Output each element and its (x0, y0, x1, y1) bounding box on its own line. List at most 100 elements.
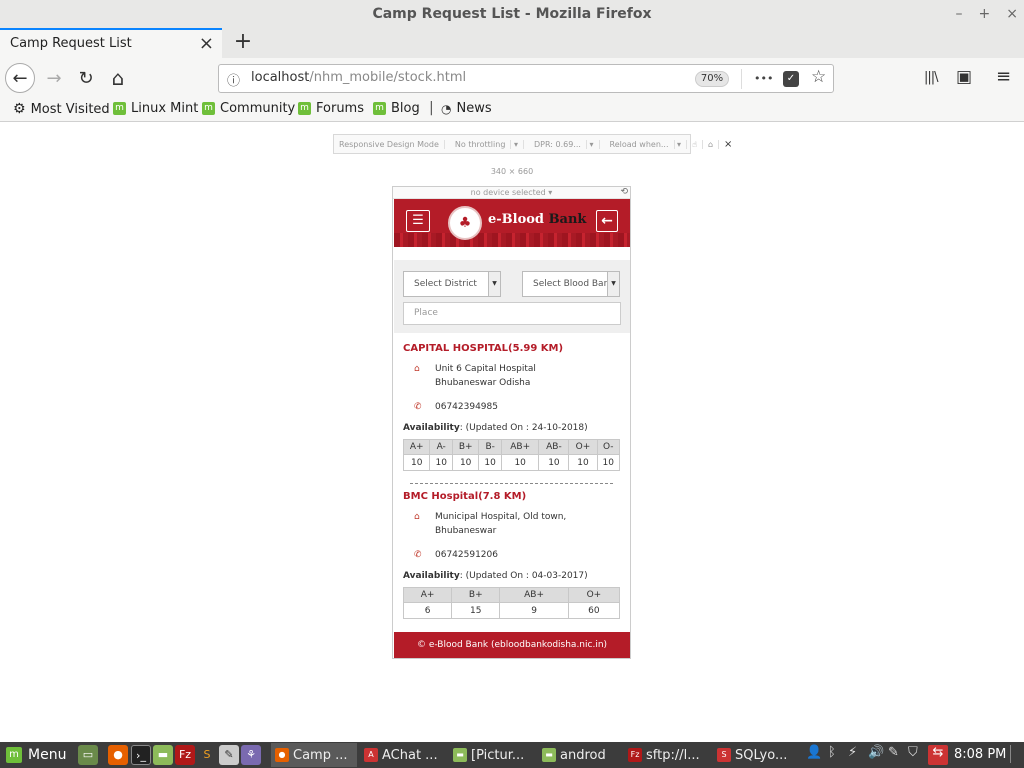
bluetooth-icon[interactable]: ᛒ (828, 745, 836, 760)
hospital-name[interactable]: BMC Hospital(7.8 KM) (403, 491, 526, 502)
stock-count: 10 (429, 454, 453, 471)
bookmark-news[interactable]: ◔ News (441, 101, 492, 116)
blood-group-header: A+ (402, 439, 431, 455)
task-label: [Pictur... (471, 747, 525, 763)
user-icon[interactable]: 👤 (806, 745, 822, 760)
tab-camp-request-list[interactable]: Camp Request List × (0, 28, 222, 58)
stock-count: 10 (568, 454, 598, 471)
hospital-name[interactable]: CAPITAL HOSPITAL(5.99 KM) (403, 343, 563, 354)
dpr-select[interactable]: DPR: 0.69... ▾ (524, 139, 600, 149)
url-text[interactable]: localhost/nhm_mobile/stock.html (251, 70, 466, 85)
maximize-button[interactable]: + (979, 6, 991, 22)
back-button[interactable]: ← (5, 63, 35, 93)
update-icon[interactable]: ⇆ (928, 745, 948, 765)
menu-list-icon[interactable]: ☰ (406, 210, 430, 232)
close-window-button[interactable]: × (1006, 6, 1018, 22)
dropdown-arrow-icon: ▼ (488, 272, 500, 296)
show-desktop-icon[interactable]: ▭ (78, 745, 98, 765)
reload-when-select[interactable]: Reload when... ▾ (600, 139, 688, 149)
hospital-phone[interactable]: 06742591206 (435, 548, 498, 562)
library-icon[interactable]: |||\ (924, 70, 938, 85)
new-tab-button[interactable]: + (232, 28, 254, 58)
district-select[interactable]: Select District ▼ (403, 271, 501, 297)
filezilla-launcher-icon[interactable]: Fz (175, 745, 195, 765)
folder-icon: ▬ (542, 748, 556, 762)
bookmark-blog[interactable]: m Blog (373, 101, 420, 116)
clipboard-icon[interactable]: ✎ (888, 745, 899, 760)
availability-label: Availability (403, 423, 460, 433)
availability-line: Availability: (Updated On : 24-10-2018) (403, 423, 588, 433)
mint-icon: m (202, 102, 215, 115)
task-sqlyog[interactable]: S SQLyo... (713, 743, 799, 767)
task-pictures[interactable]: ▬ [Pictur... (449, 743, 535, 767)
stock-count: 9 (499, 602, 569, 619)
sublime-launcher-icon[interactable]: S (197, 745, 217, 765)
hospital-phone[interactable]: 06742394985 (435, 400, 498, 414)
firefox-launcher-icon[interactable]: ● (108, 745, 128, 765)
reload-button[interactable]: ↻ (71, 63, 101, 93)
task-achat[interactable]: A AChat ... (360, 743, 446, 767)
throttling-select[interactable]: No throttling ▾ (445, 139, 524, 149)
screenshot-icon[interactable]: ⌂ (703, 139, 720, 149)
reload-when-label: Reload when... (604, 139, 675, 149)
minimize-button[interactable]: – (956, 6, 963, 22)
bookmark-label: Forums (316, 101, 364, 116)
task-camp[interactable]: ● Camp ... (271, 743, 357, 767)
home-button[interactable]: ⌂ (103, 63, 133, 93)
pocket-icon[interactable]: ✓ (783, 71, 799, 87)
dpr-label: DPR: 0.69... (528, 139, 587, 149)
mint-icon: m (373, 102, 386, 115)
close-rdm-icon[interactable]: × (719, 139, 737, 150)
address-line: Bhubaneswar Odisha (435, 378, 531, 388)
device-selector[interactable]: no device selected ▾ (393, 187, 630, 199)
volume-icon[interactable]: 🔊 (868, 745, 884, 760)
bookmark-label: Most Visited (30, 101, 110, 117)
blood-group-header: B- (478, 439, 502, 455)
bookmark-star-icon[interactable]: ☆ (811, 67, 826, 87)
page-actions-icon[interactable]: ••• (754, 72, 773, 85)
shield-icon[interactable]: ⛉ (908, 745, 918, 760)
rotate-icon[interactable]: ⟲ (620, 187, 628, 197)
stock-count: 10 (596, 454, 621, 471)
viewport-height[interactable]: 660 (518, 167, 533, 176)
bookmark-most-visited[interactable]: ⚙ Most Visited (13, 101, 110, 117)
zoom-indicator[interactable]: 70% (695, 71, 729, 87)
bookmark-community[interactable]: m Community (202, 101, 295, 116)
url-bar[interactable]: ⓘ localhost/nhm_mobile/stock.html 70% ••… (218, 64, 834, 93)
blood-stock-table: A+ B+ AB+ O+ 6 15 9 60 (402, 587, 621, 619)
terminal-launcher-icon[interactable]: ›_ (131, 745, 151, 765)
close-tab-icon[interactable]: × (199, 30, 214, 57)
task-androd[interactable]: ▬ androd (538, 743, 624, 767)
viewport-size[interactable]: 340 × 660 (480, 167, 544, 176)
clock[interactable]: 8:08 PM (954, 742, 1006, 768)
mobile-viewport: no device selected ▾ ⟲ ☰ ♣ e-Blood Bank … (392, 186, 631, 659)
network-icon[interactable]: ⚡ (848, 745, 857, 760)
rdm-mode-label: Responsive Design Mode (334, 139, 445, 149)
editor-launcher-icon[interactable]: ✎ (219, 745, 239, 765)
hamburger-menu-icon[interactable]: ≡ (996, 66, 1011, 87)
viewport-width[interactable]: 340 (491, 167, 506, 176)
table-row: 6 15 9 60 (402, 602, 621, 619)
dropdown-arrow-icon: ▼ (607, 272, 619, 296)
bookmark-linux-mint[interactable]: m Linux Mint (113, 101, 198, 116)
address-line: Bhubaneswar (435, 526, 497, 536)
info-icon[interactable]: ⓘ (227, 70, 240, 89)
sidebar-icon[interactable]: ▣ (956, 67, 972, 87)
bookmark-forums[interactable]: m Forums (298, 101, 364, 116)
files-launcher-icon[interactable]: ▬ (153, 745, 173, 765)
mint-logo-icon: m (6, 747, 22, 763)
task-sftp[interactable]: Fz sftp://l... (624, 743, 710, 767)
back-arrow-icon[interactable]: ← (596, 210, 618, 232)
show-desktop-corner[interactable] (1010, 745, 1018, 763)
sqlyog-icon: S (717, 748, 731, 762)
task-label: SQLyo... (735, 747, 788, 763)
start-menu-label: Menu (28, 747, 67, 763)
firefox-icon: ● (275, 748, 289, 762)
blood-bank-select[interactable]: Select Blood Bar ▼ (522, 271, 620, 297)
place-input[interactable]: Place (403, 302, 621, 325)
forward-button[interactable]: → (39, 63, 69, 93)
start-menu-button[interactable]: m Menu (0, 742, 66, 768)
updated-on: : (Updated On : 24-10-2018) (459, 423, 588, 433)
app-launcher-icon[interactable]: ⚘ (241, 745, 261, 765)
touch-icon[interactable]: ☝ (687, 139, 703, 149)
